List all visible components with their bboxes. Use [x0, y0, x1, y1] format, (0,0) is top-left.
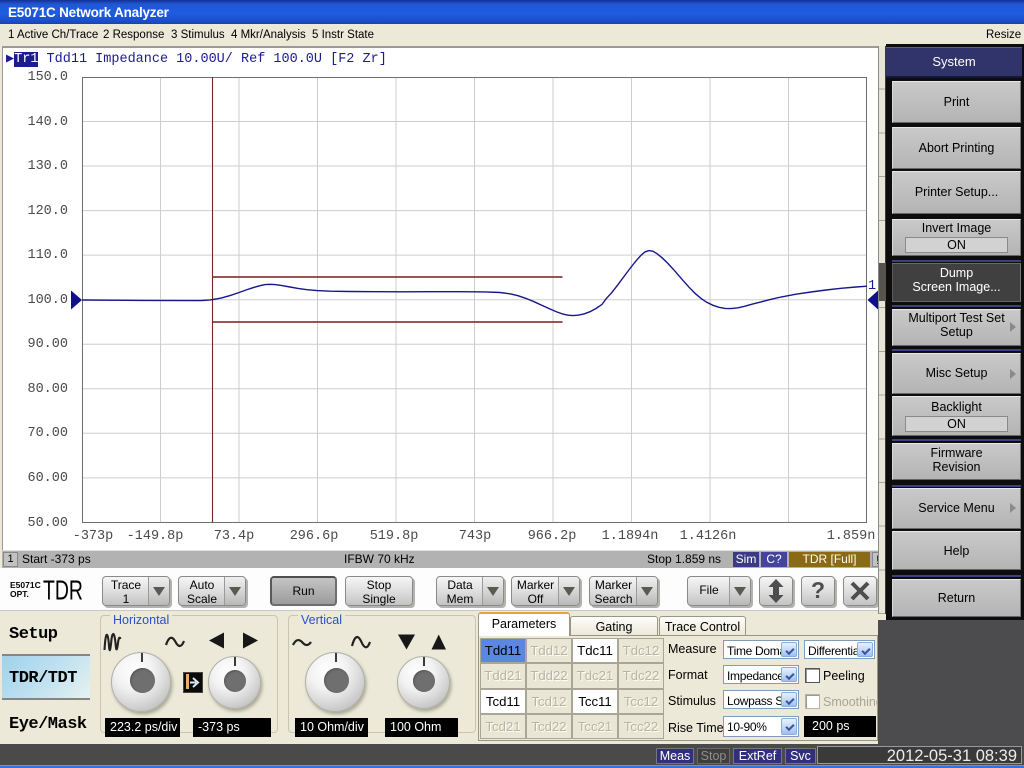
svg-text:1: 1 — [868, 279, 876, 294]
